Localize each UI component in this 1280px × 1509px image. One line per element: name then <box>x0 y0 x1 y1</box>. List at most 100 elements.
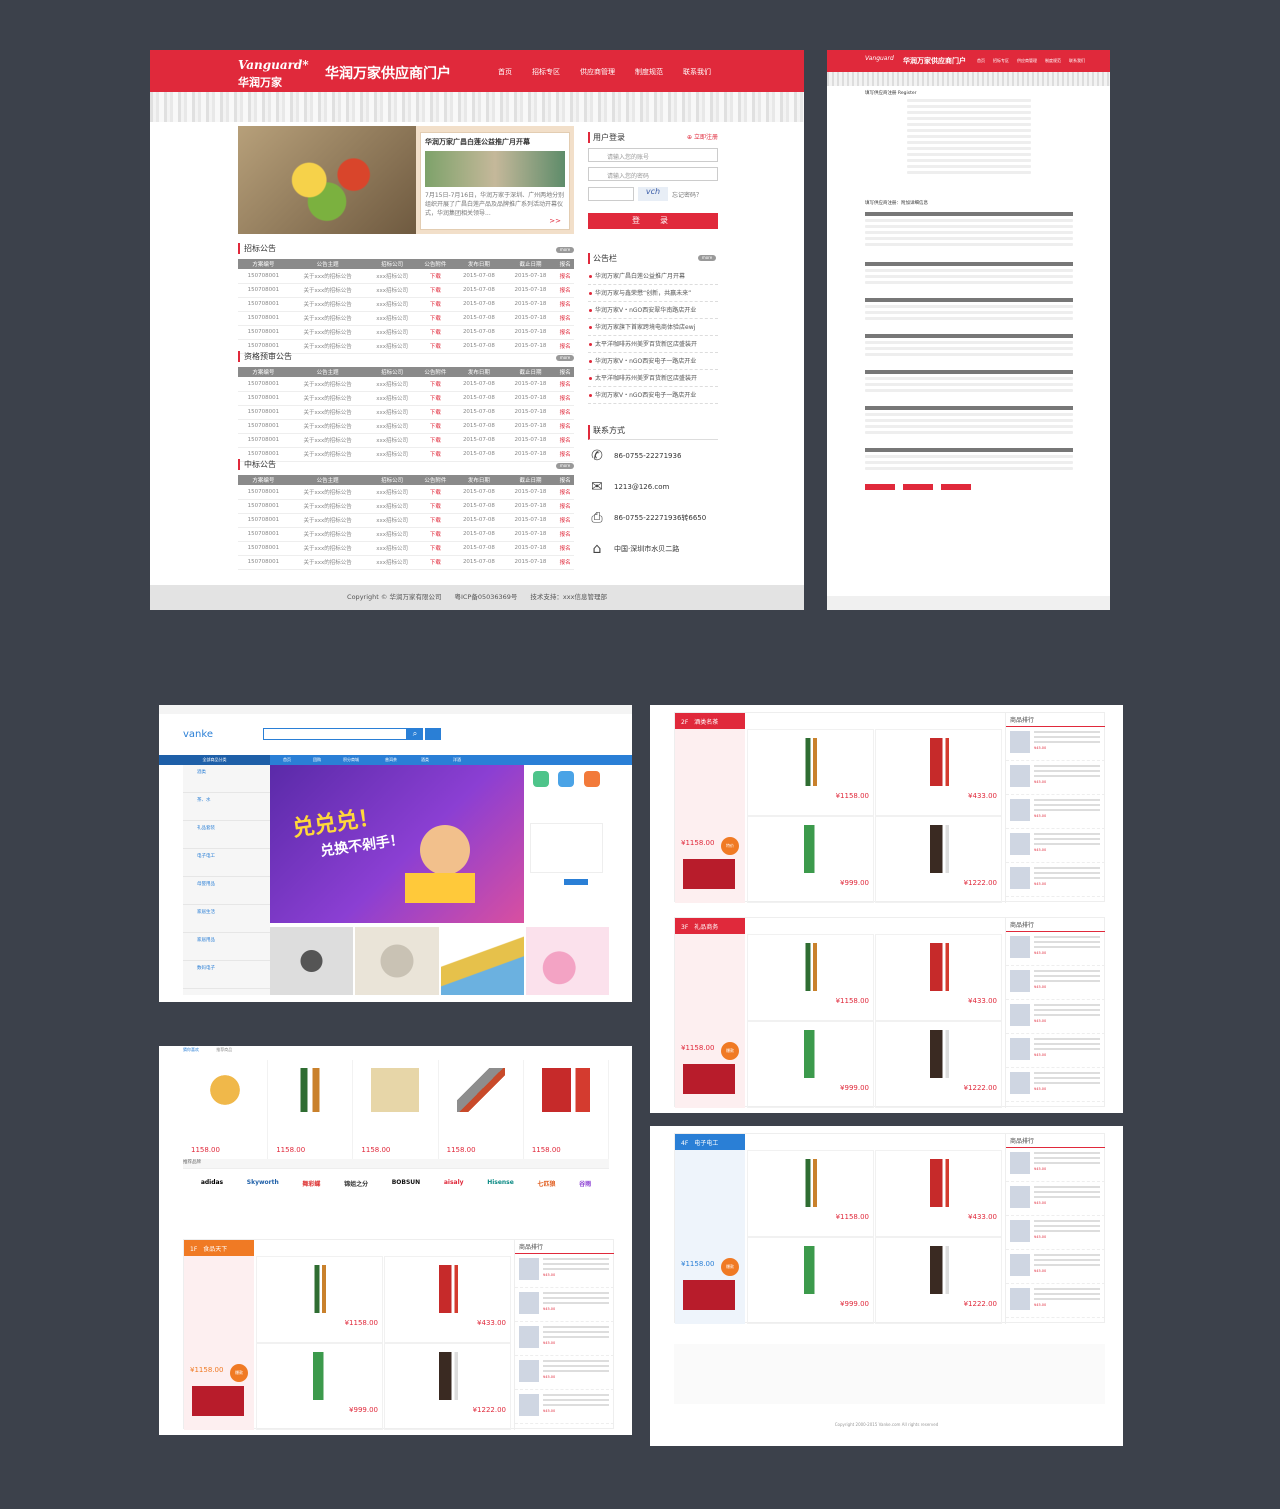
rank-item[interactable]: ¥45.00 <box>1006 1250 1105 1284</box>
forgot-password-link[interactable]: 忘记密码？ <box>672 190 702 199</box>
vanguard-logo[interactable]: Vanguard* 华润万家 <box>238 58 309 90</box>
cell-signup[interactable]: 报名 <box>556 513 574 528</box>
nav-contact[interactable]: 联系我们 <box>683 67 711 77</box>
cell-signup[interactable]: 报名 <box>556 269 574 284</box>
cell-attach[interactable]: 下载 <box>417 283 454 298</box>
rank-item[interactable]: ¥45.00 <box>1006 966 1105 1000</box>
more-button[interactable]: more <box>556 355 574 361</box>
product-card[interactable]: ¥999.00 <box>256 1343 383 1430</box>
rank-item[interactable]: ¥45.00 <box>1006 727 1105 761</box>
cell-attach[interactable]: 下载 <box>417 269 454 284</box>
banner-more-link[interactable]: >> <box>549 217 561 225</box>
submit-button[interactable] <box>865 484 895 490</box>
plates-image[interactable] <box>355 927 439 995</box>
cell-signup[interactable]: 报名 <box>556 297 574 312</box>
all-categories[interactable]: 全部商品分类 <box>159 755 270 765</box>
rank-item[interactable]: ¥45.00 <box>1006 1148 1105 1182</box>
cell-attach[interactable]: 下载 <box>417 419 454 434</box>
product-card[interactable]: ¥433.00 <box>875 934 1002 1021</box>
nav-home[interactable]: 首页 <box>498 67 512 77</box>
cell-attach[interactable]: 下载 <box>417 485 454 500</box>
cell-attach[interactable]: 下载 <box>417 499 454 514</box>
nav-home[interactable]: 首页 <box>977 58 985 64</box>
category-item[interactable]: 酒类 <box>183 765 270 793</box>
nav-group[interactable]: 团购 <box>313 757 321 763</box>
brand-logo[interactable]: 舞彩蝶 <box>302 1179 320 1188</box>
rank-item[interactable]: ¥45.00 <box>1006 829 1105 863</box>
rank-item[interactable]: ¥45.00 <box>515 1322 614 1356</box>
category-item[interactable]: 家居用品 <box>183 933 270 961</box>
brand-logo[interactable]: 七匹狼 <box>537 1179 555 1188</box>
cell-attach[interactable]: 下载 <box>417 391 454 406</box>
nav-points[interactable]: 积分商城 <box>343 757 359 763</box>
headphones-image[interactable] <box>270 927 354 995</box>
side-product-image[interactable] <box>192 1386 244 1416</box>
rank-item[interactable]: ¥45.00 <box>515 1356 614 1390</box>
captcha-input[interactable] <box>588 187 634 201</box>
query-button[interactable] <box>564 879 588 885</box>
cell-attach[interactable]: 下载 <box>417 555 454 570</box>
save-button[interactable] <box>903 484 933 490</box>
product-card[interactable]: ¥1158.00 <box>747 729 874 816</box>
product-card[interactable]: ¥999.00 <box>747 1237 874 1324</box>
nav-rules[interactable]: 制度规范 <box>635 67 663 77</box>
app-icon[interactable] <box>558 771 575 787</box>
category-item[interactable]: 茶、水 <box>183 793 270 821</box>
category-item[interactable]: 母婴用品 <box>183 877 270 905</box>
app-icon[interactable] <box>532 771 549 787</box>
rank-item[interactable]: ¥45.00 <box>515 1288 614 1322</box>
product-card[interactable]: ¥999.00 <box>747 816 874 903</box>
cell-attach[interactable]: 下载 <box>417 405 454 420</box>
search-input[interactable] <box>263 728 407 740</box>
tab-recommend[interactable]: 推荐商品 <box>216 1047 232 1052</box>
cell-signup[interactable]: 报名 <box>556 419 574 434</box>
product-card[interactable]: ¥1158.00 <box>747 1150 874 1237</box>
product-card[interactable]: ¥1222.00 <box>875 1021 1002 1108</box>
rank-item[interactable]: ¥45.00 <box>1006 932 1105 966</box>
cell-attach[interactable]: 下载 <box>417 339 454 354</box>
brand-logo[interactable]: 锦姐之分 <box>344 1179 368 1188</box>
rank-item[interactable]: ¥45.00 <box>515 1390 614 1424</box>
cell-attach[interactable]: 下载 <box>417 311 454 326</box>
mop-image[interactable] <box>440 927 524 995</box>
product-card[interactable]: 1158.00 <box>524 1060 610 1160</box>
more-button[interactable]: more <box>698 255 716 261</box>
product-card[interactable]: ¥433.00 <box>875 1150 1002 1237</box>
cell-attach[interactable]: 下载 <box>417 297 454 312</box>
brand-logo[interactable]: 谷雨 <box>579 1179 591 1188</box>
more-button[interactable]: more <box>556 463 574 469</box>
notice-item[interactable]: 太平洋咖啡苏州美罗百货新区店盛装开 <box>588 336 718 353</box>
nav-contact[interactable]: 联系我们 <box>1069 58 1085 64</box>
rank-item[interactable]: ¥45.00 <box>1006 1034 1105 1068</box>
notice-item[interactable]: 华润万家V・nGO西安电子一路店开业 <box>588 387 718 404</box>
app-icon[interactable] <box>584 771 601 787</box>
product-card[interactable]: 1158.00 <box>183 1060 269 1160</box>
product-card[interactable]: ¥1158.00 <box>747 934 874 1021</box>
reset-button[interactable] <box>941 484 971 490</box>
password-input[interactable]: 请输入您的密码 <box>588 167 718 181</box>
notice-item[interactable]: 太平洋咖啡苏州美罗百货新区店盛装开 <box>588 370 718 387</box>
brand-logo[interactable]: Hisense <box>487 1179 514 1188</box>
cell-attach[interactable]: 下载 <box>417 541 454 556</box>
nav-rules[interactable]: 制度规范 <box>1045 58 1061 64</box>
cell-signup[interactable]: 报名 <box>556 433 574 448</box>
cell-attach[interactable]: 下载 <box>417 433 454 448</box>
side-product-image[interactable] <box>683 1064 735 1094</box>
search-icon[interactable]: ⌕ <box>407 728 423 740</box>
category-item[interactable]: 电子电工 <box>183 849 270 877</box>
nav-liquor[interactable]: 酒类 <box>421 757 429 763</box>
register-link[interactable]: ⊕ 立即注册 <box>687 132 718 141</box>
rank-item[interactable]: ¥45.00 <box>1006 1000 1105 1034</box>
promo-banner[interactable]: 兑兑兑！ 兑换不剁手！ <box>270 765 524 923</box>
slippers-image[interactable] <box>525 927 609 995</box>
login-button[interactable]: 登 录 <box>588 213 718 229</box>
notice-item[interactable]: 华润万家广昌白莲公益推广月开幕 <box>588 268 718 285</box>
cell-signup[interactable]: 报名 <box>556 391 574 406</box>
rank-item[interactable]: ¥45.00 <box>515 1254 614 1288</box>
cell-signup[interactable]: 报名 <box>556 541 574 556</box>
cell-signup[interactable]: 报名 <box>556 555 574 570</box>
rank-item[interactable]: ¥45.00 <box>1006 761 1105 795</box>
vanke-logo[interactable]: vanke <box>183 729 213 740</box>
rank-item[interactable]: ¥45.00 <box>1006 795 1105 829</box>
category-item[interactable]: 数码电子 <box>183 961 270 989</box>
